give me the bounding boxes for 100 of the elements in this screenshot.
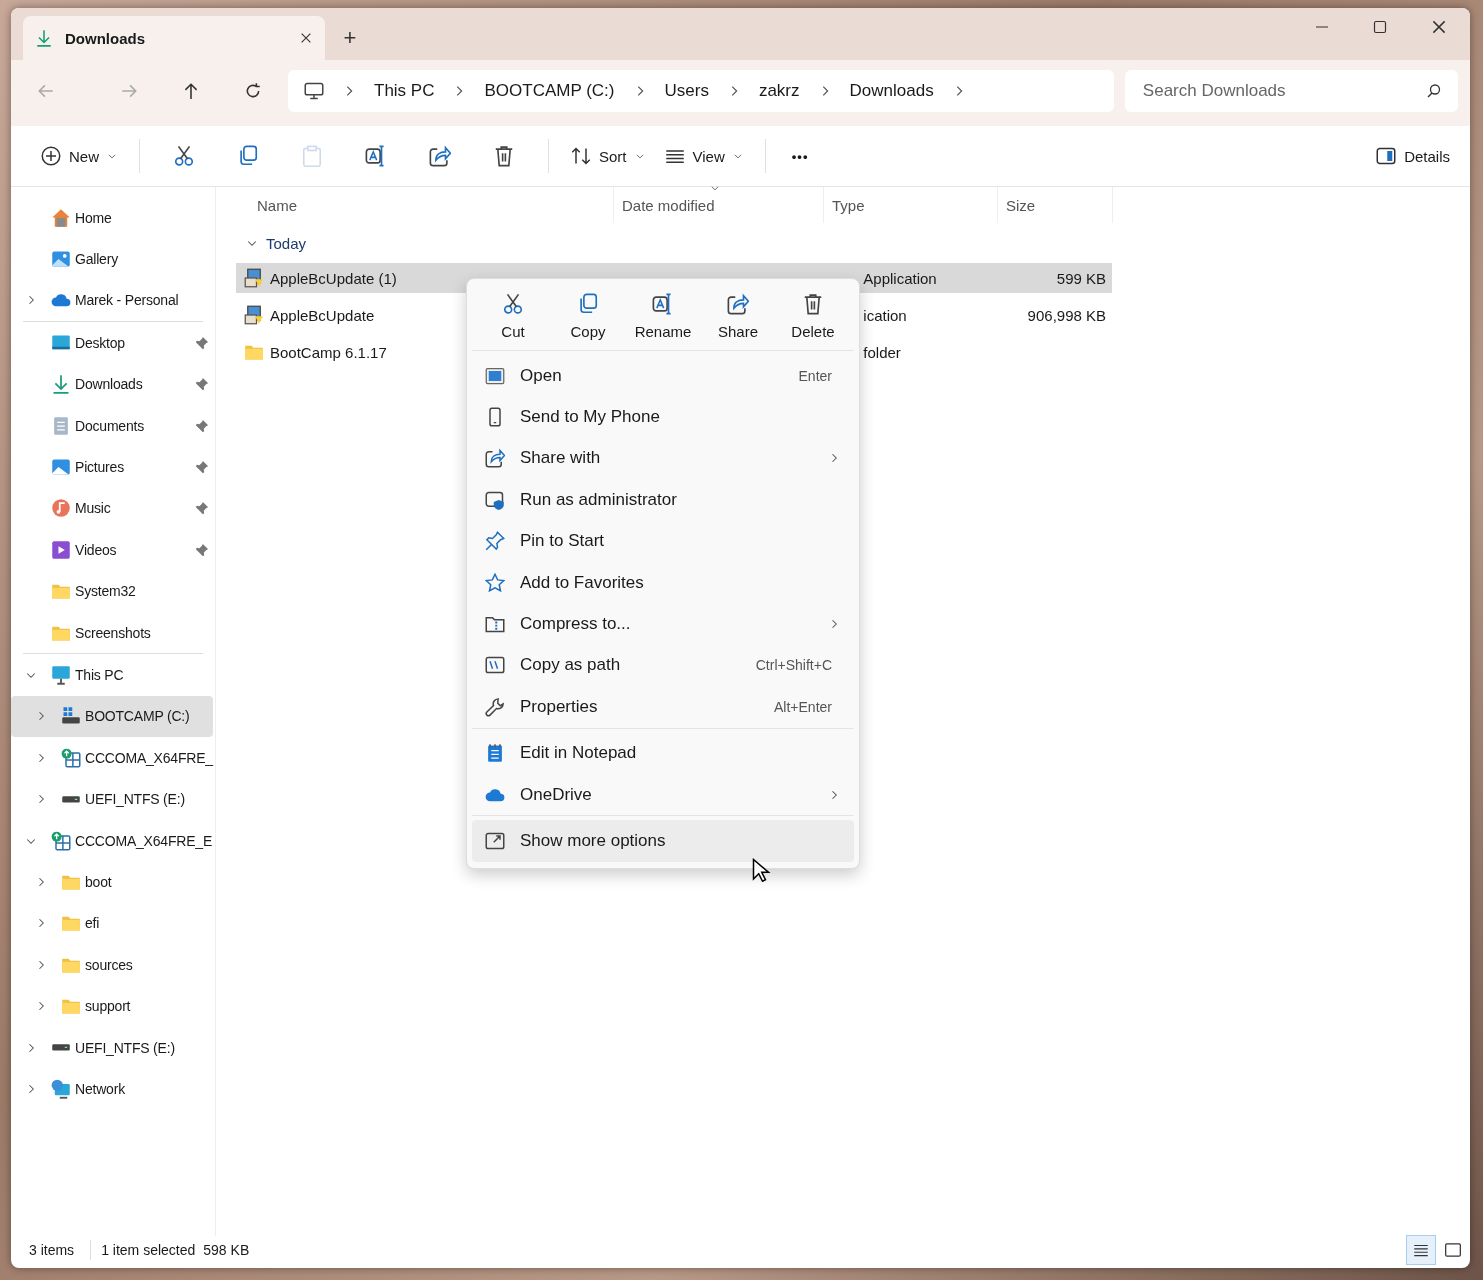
monitor-icon: [51, 665, 71, 685]
breadcrumb[interactable]: Downloads: [849, 81, 934, 101]
path-icon: [484, 655, 506, 676]
download-icon: [51, 374, 71, 395]
sidebar-item[interactable]: Gallery: [11, 238, 213, 280]
sort-icon: [571, 146, 591, 166]
house-icon: [51, 207, 71, 228]
video-icon: [51, 539, 71, 560]
menu-item[interactable]: Add to Favorites: [472, 561, 854, 604]
sidebar-item[interactable]: BOOTCAMP (C:): [11, 695, 213, 738]
details-button[interactable]: Details: [1368, 136, 1458, 176]
disc-drive-icon: [51, 830, 71, 851]
sidebar-item[interactable]: efi: [11, 902, 213, 945]
more-button[interactable]: •••: [779, 136, 821, 176]
address-bar[interactable]: This PC BOOTCAMP (C:) Users zakrz Downloads: [288, 70, 1114, 112]
details-view-icon[interactable]: [1406, 1235, 1436, 1265]
tab[interactable]: Downloads: [23, 16, 325, 60]
sidebar-item[interactable]: boot: [11, 861, 213, 903]
share-button[interactable]: Share: [701, 291, 775, 342]
sidebar-item[interactable]: Screenshots: [11, 611, 213, 654]
search-icon[interactable]: [1426, 83, 1442, 99]
breadcrumb[interactable]: zakrz: [758, 81, 800, 101]
view-button[interactable]: View: [656, 136, 751, 176]
sidebar-item[interactable]: This PC: [11, 654, 213, 696]
breadcrumb[interactable]: This PC: [374, 81, 435, 101]
pin-icon[interactable]: [195, 460, 209, 475]
drive-icon: [61, 706, 81, 727]
sidebar-item[interactable]: Desktop: [11, 322, 213, 364]
sidebar-item[interactable]: Music: [11, 487, 213, 530]
installer-icon: [244, 268, 264, 288]
sidebar-item[interactable]: Pictures: [11, 446, 213, 488]
caret-icon: [732, 151, 743, 161]
zip-folder-icon: [484, 614, 506, 635]
sidebar-item[interactable]: Network: [11, 1068, 213, 1110]
sidebar-item[interactable]: CCCOMA_X64FRE_E: [11, 819, 213, 862]
sidebar-item[interactable]: Videos: [11, 529, 213, 571]
file-name: AppleBcUpdate (1): [270, 269, 397, 287]
new-button[interactable]: New: [33, 136, 125, 176]
music-note-icon: [51, 498, 71, 519]
column-header[interactable]: Date modified: [614, 187, 824, 223]
sidebar-item[interactable]: Home: [11, 197, 213, 239]
menu-item[interactable]: Open Enter: [472, 355, 854, 397]
rename-button[interactable]: Rename: [626, 291, 700, 342]
sidebar-item[interactable]: sources: [11, 944, 213, 986]
column-header[interactable]: Size: [998, 187, 1113, 223]
sidebar-item[interactable]: Marek - Personal: [11, 279, 213, 322]
sidebar-item[interactable]: UEFI_NTFS (E:): [11, 778, 213, 820]
breadcrumb[interactable]: Users: [664, 81, 709, 101]
search-field[interactable]: Search Downloads: [1124, 70, 1458, 112]
share-icon: [484, 448, 506, 469]
pin-icon[interactable]: [195, 335, 209, 350]
menu-item[interactable]: Properties Alt+Enter: [472, 686, 854, 728]
network-icon: [51, 1078, 71, 1099]
menu-item[interactable]: Run as administrator: [472, 479, 854, 521]
column-header[interactable]: Name: [236, 187, 614, 223]
shortcut-text: Ctrl+Shift+C: [755, 657, 832, 674]
menu-item[interactable]: Edit in Notepad: [472, 732, 854, 774]
share-icon: [727, 293, 749, 315]
menu-item[interactable]: Show more options: [472, 820, 854, 862]
sort-button[interactable]: Sort: [563, 136, 653, 176]
shortcut-text: Enter: [798, 367, 832, 384]
delete-button[interactable]: Delete: [776, 291, 850, 342]
pin-icon[interactable]: [195, 501, 209, 516]
file-name: BootCamp 6.1.17: [270, 343, 387, 361]
delete-icon: [802, 293, 824, 315]
copy-button[interactable]: Copy: [551, 291, 625, 342]
caret-icon: [634, 151, 645, 161]
close-icon[interactable]: [1430, 18, 1448, 36]
sidebar-item[interactable]: Downloads: [11, 363, 213, 405]
column-header[interactable]: Type: [824, 187, 998, 223]
sidebar-item[interactable]: System32: [11, 570, 213, 612]
new-tab-button[interactable]: +: [325, 16, 375, 60]
close-tab-icon[interactable]: [299, 31, 313, 45]
wrench-icon: [484, 696, 506, 717]
maximize-icon[interactable]: [1372, 18, 1388, 36]
installer-icon: [244, 305, 264, 325]
cut-icon: [502, 293, 524, 315]
file-type: Application: [863, 269, 937, 287]
picture-icon: [51, 457, 71, 478]
menu-item[interactable]: Share with: [472, 437, 854, 480]
cut-button[interactable]: Cut: [476, 291, 550, 342]
group-header[interactable]: Today: [266, 234, 307, 252]
shield-icon: [484, 489, 506, 510]
pin-icon[interactable]: [195, 418, 209, 433]
plus-icon: [41, 146, 61, 166]
sidebar-item[interactable]: Documents: [11, 404, 213, 447]
breadcrumb[interactable]: BOOTCAMP (C:): [484, 81, 615, 101]
pin-icon[interactable]: [195, 377, 209, 392]
menu-item[interactable]: Compress to...: [472, 603, 854, 645]
file-name: AppleBcUpdate: [270, 306, 375, 324]
download-icon: [35, 29, 53, 47]
menu-item[interactable]: OneDrive: [472, 773, 854, 816]
item-count: 3 items: [29, 1242, 75, 1258]
pin-icon[interactable]: [195, 542, 209, 557]
menu-item[interactable]: Copy as path Ctrl+Shift+C: [472, 644, 854, 687]
sidebar-item[interactable]: UEFI_NTFS (E:): [11, 1026, 213, 1069]
menu-item[interactable]: Pin to Start: [472, 520, 854, 562]
sidebar-item[interactable]: support: [11, 985, 213, 1027]
sidebar-item[interactable]: CCCOMA_X64FRE_: [11, 737, 213, 779]
menu-item[interactable]: Send to My Phone: [472, 396, 854, 438]
